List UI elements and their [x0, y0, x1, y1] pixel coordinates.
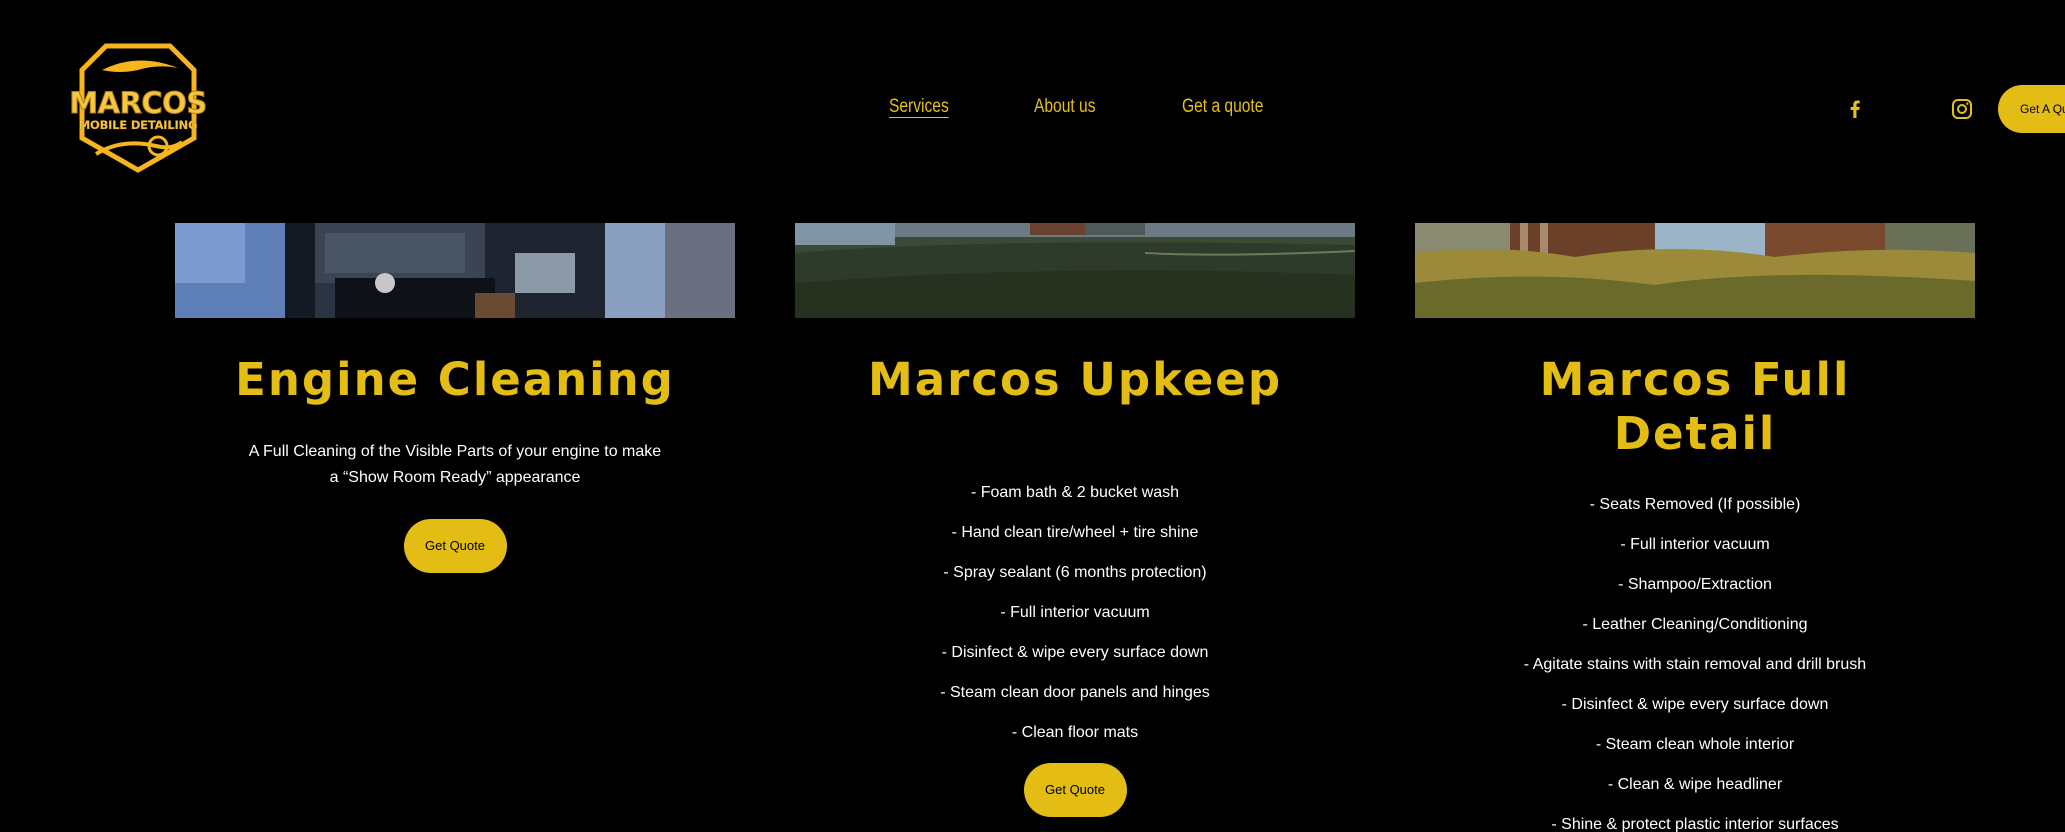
instagram-icon[interactable] — [1950, 97, 1974, 121]
card-title: Marcos Full Detail — [1415, 353, 1975, 461]
nav-get-a-quote[interactable]: Get a quote — [1182, 96, 1263, 118]
service-card-marcos-full-detail: Marcos Full Detail - Seats Removed (If p… — [1415, 223, 1975, 832]
list-item: - Spray sealant (6 months protection) — [943, 564, 1207, 581]
engine-image — [175, 223, 735, 318]
list-item: - Seats Removed (If possible) — [1589, 496, 1801, 513]
list-item: - Leather Cleaning/Conditioning — [1582, 616, 1808, 633]
card-description: A Full Cleaning of the Visible Parts of … — [248, 443, 662, 486]
list-item: - Clean & wipe headliner — [1607, 776, 1783, 793]
card-title: Marcos Upkeep — [867, 353, 1283, 406]
logo-subtitle: MOBILE DETAILING — [78, 118, 198, 132]
list-item: - Steam clean whole interior — [1595, 736, 1795, 753]
list-item: - Full interior vacuum — [1000, 604, 1150, 621]
landscape-image — [795, 223, 1355, 318]
nav-about-us[interactable]: About us — [1034, 96, 1096, 118]
card-title-line-2: Detail — [1613, 407, 1777, 460]
get-quote-button[interactable]: Get Quote — [1023, 763, 1127, 817]
service-card-marcos-upkeep: Marcos Upkeep - Foam bath & 2 bucket was… — [795, 223, 1355, 817]
list-item: - Full interior vacuum — [1620, 536, 1770, 553]
list-item: - Clean floor mats — [1011, 724, 1139, 741]
get-a-quote-button[interactable]: Get A Quote — [1998, 85, 2065, 133]
logo[interactable]: MARCOS MOBILE DETAILING — [62, 42, 214, 174]
get-quote-button[interactable]: Get Quote — [403, 519, 507, 573]
list-item: - Foam bath & 2 bucket wash — [970, 484, 1180, 501]
logo-title: MARCOS — [69, 86, 208, 121]
card-title-line-1: Marcos Full — [1539, 353, 1851, 406]
list-item: - Shine & protect plastic interior surfa… — [1551, 816, 1839, 832]
page: MARCOS MOBILE DETAILING Services About u… — [0, 0, 2065, 832]
house-garden-image — [1415, 223, 1975, 318]
list-item: - Disinfect & wipe every surface down — [941, 644, 1209, 661]
facebook-icon[interactable] — [1843, 97, 1867, 121]
card-title: Engine Cleaning — [235, 353, 675, 406]
list-item: - Hand clean tire/wheel + tire shine — [951, 524, 1199, 541]
list-item: - Agitate stains with stain removal and … — [1523, 656, 1867, 673]
list-item: - Shampoo/Extraction — [1618, 576, 1772, 593]
list-item: - Steam clean door panels and hinges — [940, 684, 1210, 701]
service-card-engine-cleaning: Engine Cleaning A Full Cleaning of the V… — [175, 223, 735, 573]
list-item: - Disinfect & wipe every surface down — [1561, 696, 1829, 713]
nav-services[interactable]: Services — [889, 96, 949, 118]
